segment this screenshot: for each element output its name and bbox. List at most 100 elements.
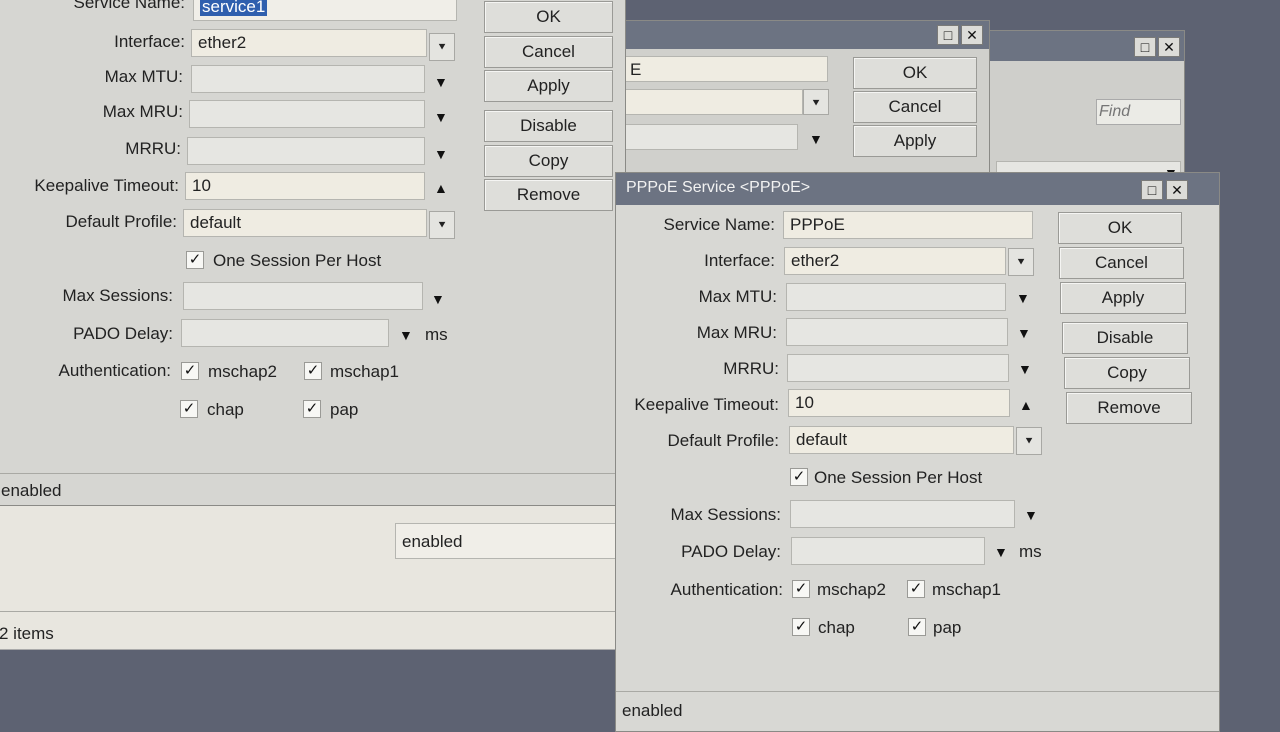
chevron-down-icon[interactable]: ▼ [809, 131, 823, 147]
apply-button[interactable]: Apply [1060, 282, 1186, 314]
middle-service-name-field[interactable]: E [623, 56, 828, 82]
maximize-icon[interactable]: □ [1141, 180, 1163, 200]
cancel-button[interactable]: Cancel [1059, 247, 1184, 279]
chap-checkbox[interactable]: ✓ [792, 618, 810, 636]
default-profile-field[interactable]: default [183, 209, 427, 237]
mrru-label: MRRU: [723, 359, 779, 378]
dropdown-icon[interactable]: ⯆ [803, 89, 829, 115]
middle-apply-button[interactable]: Apply [853, 125, 977, 157]
dropdown-icon[interactable]: ⯆ [1016, 427, 1042, 455]
keepalive-field[interactable]: 10 [788, 389, 1010, 417]
max-mru-label: Max MRU: [102, 102, 183, 121]
pado-delay-label: PADO Delay: [73, 324, 173, 343]
left-status-text: enabled [1, 481, 62, 500]
default-profile-field[interactable]: default [789, 426, 1014, 454]
chevron-down-icon[interactable]: ▼ [399, 327, 413, 343]
mrru-field[interactable] [187, 137, 425, 165]
max-sessions-field[interactable] [183, 282, 423, 310]
list-status-cell: enabled [395, 523, 617, 559]
one-session-checkbox[interactable]: ✓ [790, 468, 808, 486]
max-sessions-field[interactable] [790, 500, 1015, 528]
chevron-down-icon[interactable]: ▼ [1016, 290, 1030, 306]
middle-dialog-titlebar [601, 21, 989, 49]
chevron-down-icon[interactable]: ▼ [434, 146, 448, 162]
mschap1-label: mschap1 [330, 362, 399, 381]
close-icon[interactable]: ✕ [1158, 37, 1180, 57]
keepalive-label: Keepalive Timeout: [34, 176, 179, 195]
mschap2-label: mschap2 [817, 580, 886, 599]
middle-cancel-button[interactable]: Cancel [853, 91, 977, 123]
copy-button[interactable]: Copy [484, 145, 613, 177]
chevron-down-icon[interactable]: ▼ [431, 291, 445, 307]
disable-button[interactable]: Disable [1062, 322, 1188, 354]
remove-button[interactable]: Remove [1066, 392, 1192, 424]
left-dialog: Service Name: service1 Interface: ether2… [0, 0, 626, 506]
items-count: 2 items [0, 624, 54, 643]
pado-delay-field[interactable] [181, 319, 389, 347]
find-input[interactable] [1096, 99, 1181, 125]
ok-button[interactable]: OK [484, 1, 613, 33]
mschap2-label: mschap2 [208, 362, 277, 381]
dropdown-icon[interactable]: ⯆ [429, 211, 455, 239]
chevron-down-icon[interactable]: ▼ [994, 544, 1008, 560]
chevron-down-icon[interactable]: ▼ [1018, 361, 1032, 377]
interface-label: Interface: [704, 251, 775, 270]
pap-label: pap [933, 618, 962, 637]
background-list-window: enabled 2 items [0, 500, 618, 650]
mrru-label: MRRU: [125, 139, 181, 158]
mschap1-checkbox[interactable]: ✓ [907, 580, 925, 598]
interface-field[interactable]: ether2 [784, 247, 1006, 275]
middle-mtu-field[interactable] [623, 124, 798, 150]
right-dialog-title: PPPoE Service <PPPoE> [626, 179, 811, 196]
mschap2-checkbox[interactable]: ✓ [181, 362, 199, 380]
ok-button[interactable]: OK [1058, 212, 1182, 244]
service-name-label: Service Name: [663, 215, 775, 234]
copy-button[interactable]: Copy [1064, 357, 1190, 389]
interface-label: Interface: [114, 32, 185, 51]
chap-label: chap [207, 400, 244, 419]
one-session-label: One Session Per Host [213, 251, 382, 270]
middle-ok-button[interactable]: OK [853, 57, 977, 89]
authentication-label: Authentication: [670, 580, 783, 599]
service-name-label: Service Name: [73, 0, 185, 12]
max-sessions-label: Max Sessions: [62, 286, 173, 305]
chap-label: chap [818, 618, 855, 637]
status-divider [0, 473, 625, 474]
mrru-field[interactable] [787, 354, 1009, 382]
max-mtu-field[interactable] [786, 283, 1006, 311]
max-mtu-field[interactable] [191, 65, 425, 93]
apply-button[interactable]: Apply [484, 70, 613, 102]
chevron-up-icon[interactable]: ▲ [1019, 397, 1033, 413]
mschap1-checkbox[interactable]: ✓ [304, 362, 322, 380]
disable-button[interactable]: Disable [484, 110, 613, 142]
interface-field[interactable]: ether2 [191, 29, 427, 57]
chevron-down-icon[interactable]: ▼ [434, 109, 448, 125]
middle-dialog: □ ✕ E ⯆ ▼ OK Cancel Apply [600, 20, 990, 180]
maximize-icon[interactable]: □ [1134, 37, 1156, 57]
chap-checkbox[interactable]: ✓ [180, 400, 198, 418]
close-icon[interactable]: ✕ [961, 25, 983, 45]
keepalive-field[interactable]: 10 [185, 172, 425, 200]
mschap2-checkbox[interactable]: ✓ [792, 580, 810, 598]
service-name-field[interactable]: PPPoE [783, 211, 1033, 239]
chevron-down-icon[interactable]: ▼ [1017, 325, 1031, 341]
pap-checkbox[interactable]: ✓ [908, 618, 926, 636]
maximize-icon[interactable]: □ [937, 25, 959, 45]
chevron-up-icon[interactable]: ▲ [434, 180, 448, 196]
chevron-down-icon[interactable]: ▼ [1024, 507, 1038, 523]
close-icon[interactable]: ✕ [1166, 180, 1188, 200]
middle-interface-field[interactable] [623, 89, 803, 115]
chevron-down-icon[interactable]: ▼ [434, 74, 448, 90]
max-mru-field[interactable] [786, 318, 1008, 346]
remove-button[interactable]: Remove [484, 179, 613, 211]
max-mtu-label: Max MTU: [104, 67, 183, 86]
keepalive-label: Keepalive Timeout: [634, 395, 779, 414]
dropdown-icon[interactable]: ⯆ [429, 33, 455, 61]
dropdown-icon[interactable]: ⯆ [1008, 248, 1034, 276]
cancel-button[interactable]: Cancel [484, 36, 613, 68]
service-name-field[interactable]: service1 [193, 0, 457, 21]
pap-checkbox[interactable]: ✓ [303, 400, 321, 418]
one-session-checkbox[interactable]: ✓ [186, 251, 204, 269]
pado-delay-field[interactable] [791, 537, 985, 565]
max-mru-field[interactable] [189, 100, 425, 128]
